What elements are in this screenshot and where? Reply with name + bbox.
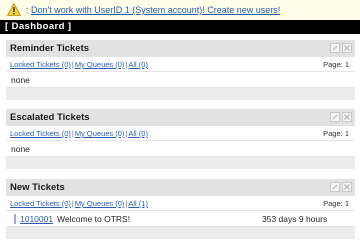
notice-separator: :	[26, 5, 29, 15]
new-tickets-widget: New Tickets Locked Tickets (0)|My Queues…	[6, 179, 355, 239]
close-widget-button[interactable]	[342, 43, 352, 53]
my-queues-filter[interactable]: My Queues (0)	[75, 129, 125, 138]
dashboard-title-bar: [ Dashboard ]	[0, 20, 360, 34]
widget-filter-bar: Locked Tickets (0)|My Queues (0)|All (1)…	[10, 199, 349, 208]
edit-widget-button[interactable]	[330, 43, 340, 53]
ticket-title: Welcome to OTRS!	[57, 214, 131, 224]
widget-header: Escalated Tickets	[6, 109, 355, 126]
page-number: 1	[344, 129, 349, 138]
pencil-icon	[332, 45, 338, 51]
locked-tickets-filter[interactable]: Locked Tickets (0)	[10, 199, 71, 208]
my-queues-filter[interactable]: My Queues (0)	[75, 60, 125, 69]
page-number: 1	[344, 60, 349, 69]
all-filter[interactable]: All (0)	[128, 129, 148, 138]
empty-state-text: none	[11, 75, 30, 85]
page-number: 1	[344, 199, 349, 208]
ticket-number-link[interactable]: 1010001	[14, 214, 53, 224]
reminder-tickets-widget: Reminder Tickets Locked Tickets (0)|My Q…	[6, 40, 355, 100]
close-icon	[344, 45, 350, 51]
notice-bar: : Don't work with UserID 1 (System accou…	[0, 0, 360, 20]
widget-header: Reminder Tickets	[6, 40, 355, 57]
pagination: Page: 1	[323, 199, 349, 208]
widget-title: Reminder Tickets	[10, 43, 90, 54]
ticket-row[interactable]: 1010001 Welcome to OTRS! 353 days 9 hour…	[6, 210, 355, 227]
widget-title: New Tickets	[10, 182, 65, 193]
create-new-users-link[interactable]: Don't work with UserID 1 (System account…	[31, 5, 280, 15]
edit-widget-button[interactable]	[330, 182, 340, 192]
escalated-tickets-widget: Escalated Tickets Locked Tickets (0)|My …	[6, 109, 355, 169]
warning-icon	[7, 3, 21, 16]
widget-title: Escalated Tickets	[10, 112, 90, 123]
widget-header: New Tickets	[6, 179, 355, 196]
pagination: Page: 1	[323, 60, 349, 69]
close-icon	[344, 184, 350, 190]
widget-body: none	[6, 140, 355, 157]
locked-tickets-filter[interactable]: Locked Tickets (0)	[10, 129, 71, 138]
edit-widget-button[interactable]	[330, 112, 340, 122]
all-filter[interactable]: All (1)	[128, 199, 148, 208]
widget-footer	[6, 157, 355, 169]
empty-state-text: none	[11, 144, 30, 154]
widget-filter-bar: Locked Tickets (0)|My Queues (0)|All (0)…	[10, 129, 349, 138]
ticket-age: 353 days 9 hours	[262, 214, 328, 224]
widget-footer	[6, 88, 355, 100]
pagination: Page: 1	[323, 129, 349, 138]
pencil-icon	[332, 114, 338, 120]
close-widget-button[interactable]	[342, 182, 352, 192]
close-widget-button[interactable]	[342, 112, 352, 122]
locked-tickets-filter[interactable]: Locked Tickets (0)	[10, 60, 71, 69]
widget-body: none	[6, 71, 355, 88]
close-icon	[344, 114, 350, 120]
my-queues-filter[interactable]: My Queues (0)	[75, 199, 125, 208]
widget-footer	[6, 227, 355, 239]
widget-filter-bar: Locked Tickets (0)|My Queues (0)|All (0)…	[10, 60, 349, 69]
pencil-icon	[332, 184, 338, 190]
all-filter[interactable]: All (0)	[128, 60, 148, 69]
